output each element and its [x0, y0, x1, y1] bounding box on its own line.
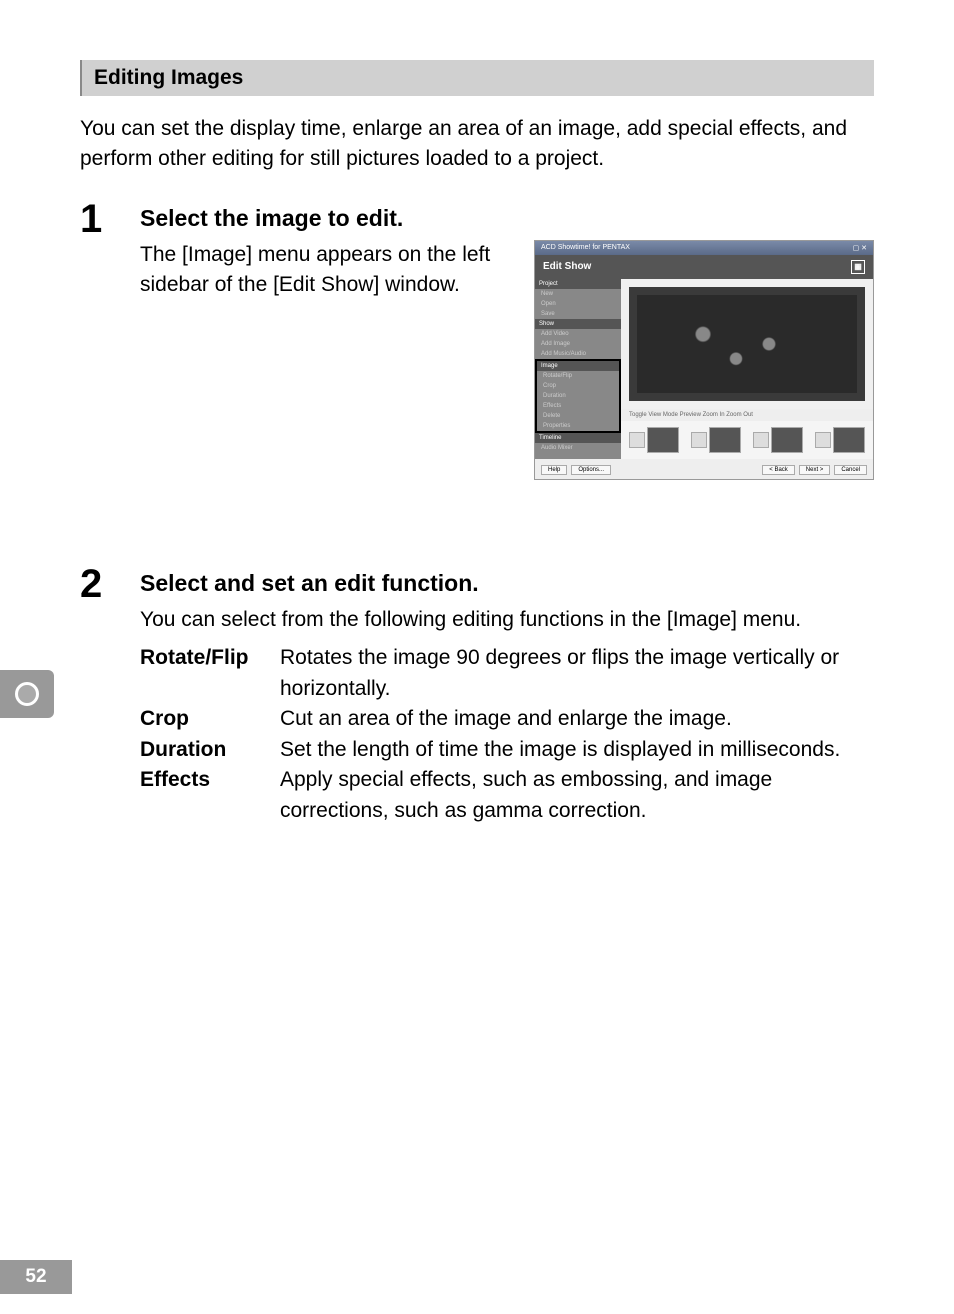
ss-next-button: Next >: [799, 465, 831, 475]
function-name: Effects: [140, 765, 280, 826]
function-desc: Cut an area of the image and enlarge the…: [280, 704, 874, 734]
step-title: Select the image to edit.: [140, 195, 874, 232]
ss-image-panel-highlight: Image Rotate/Flip Crop Duration Effects …: [535, 359, 621, 433]
ss-item-addvideo: Add Video: [535, 329, 621, 339]
ss-item-rotate: Rotate/Flip: [537, 371, 619, 381]
step-text: You can select from the following editin…: [140, 605, 874, 635]
function-name: Rotate/Flip: [140, 643, 280, 704]
ss-main-area: Toggle View Mode Preview Zoom In Zoom Ou…: [621, 279, 873, 459]
ss-item-audiomixer: Audio Mixer: [535, 443, 621, 453]
intro-paragraph: You can set the display time, enlarge an…: [80, 114, 874, 175]
ss-sidebar: Project New Open Save Show Add Video Add…: [535, 279, 621, 459]
ss-back-button: < Back: [762, 465, 795, 475]
ss-item-addmusic: Add Music/Audio: [535, 349, 621, 359]
ss-help-button: Help: [541, 465, 567, 475]
step-title: Select and set an edit function.: [140, 560, 874, 597]
side-tab-marker: [0, 670, 54, 718]
ss-view-toolbar: Toggle View Mode Preview Zoom In Zoom Ou…: [621, 409, 873, 421]
function-row: Rotate/Flip Rotates the image 90 degrees…: [140, 643, 874, 704]
ss-item-delete: Delete: [537, 411, 619, 421]
ss-item-properties: Properties: [537, 421, 619, 431]
function-row: Crop Cut an area of the image and enlarg…: [140, 704, 874, 734]
step-2: 2 Select and set an edit function. You c…: [80, 560, 874, 826]
function-name: Duration: [140, 735, 280, 765]
ss-preview-image: [629, 287, 865, 401]
ss-titlebar: ACD Showtime! for PENTAX ▢ ✕: [535, 241, 873, 255]
functions-table: Rotate/Flip Rotates the image 90 degrees…: [140, 643, 874, 826]
ss-footer: Help Options... < Back Next > Cancel: [535, 459, 873, 480]
step-text: The [Image] menu appears on the left sid…: [140, 240, 514, 480]
transition-icon: [753, 432, 769, 448]
ss-show-header: Show: [535, 319, 621, 329]
step-number: 2: [80, 560, 140, 826]
ss-image-header: Image: [537, 361, 619, 371]
ss-options-button: Options...: [571, 465, 611, 475]
thumbnail: [709, 427, 741, 453]
step-number: 1: [80, 195, 140, 480]
ss-item-duration: Duration: [537, 391, 619, 401]
ss-app-title: ACD Showtime! for PENTAX: [541, 244, 630, 251]
thumbnail: [833, 427, 865, 453]
transition-icon: [815, 432, 831, 448]
function-row: Effects Apply special effects, such as e…: [140, 765, 874, 826]
thumbnail: [647, 427, 679, 453]
function-desc: Apply special effects, such as embossing…: [280, 765, 874, 826]
transition-icon: [691, 432, 707, 448]
ss-item-addimage: Add Image: [535, 339, 621, 349]
ss-item-open: Open: [535, 299, 621, 309]
thumbnail: [771, 427, 803, 453]
function-row: Duration Set the length of time the imag…: [140, 735, 874, 765]
page-content: Editing Images You can set the display t…: [0, 0, 954, 826]
ss-timeline-header: Timeline: [535, 433, 621, 443]
function-name: Crop: [140, 704, 280, 734]
ss-item-new: New: [535, 289, 621, 299]
ss-item-save: Save: [535, 309, 621, 319]
section-heading: Editing Images: [80, 60, 874, 96]
page-number: 52: [0, 1260, 72, 1294]
output-icon: ▦: [851, 260, 865, 274]
ss-item-effects: Effects: [537, 401, 619, 411]
side-tab-circle-icon: [15, 682, 39, 706]
ss-item-crop: Crop: [537, 381, 619, 391]
ss-heading-label: Edit Show: [543, 261, 591, 272]
ss-heading: Edit Show ▦: [535, 255, 873, 279]
ss-project-header: Project: [535, 279, 621, 289]
edit-show-screenshot: ACD Showtime! for PENTAX ▢ ✕ Edit Show ▦…: [534, 240, 874, 480]
ss-cancel-button: Cancel: [834, 465, 867, 475]
step-1: 1 Select the image to edit. The [Image] …: [80, 195, 874, 480]
function-desc: Rotates the image 90 degrees or flips th…: [280, 643, 874, 704]
window-controls-icon: ▢ ✕: [853, 244, 867, 252]
ss-thumbnail-strip: [621, 421, 873, 459]
transition-icon: [629, 432, 645, 448]
function-desc: Set the length of time the image is disp…: [280, 735, 874, 765]
